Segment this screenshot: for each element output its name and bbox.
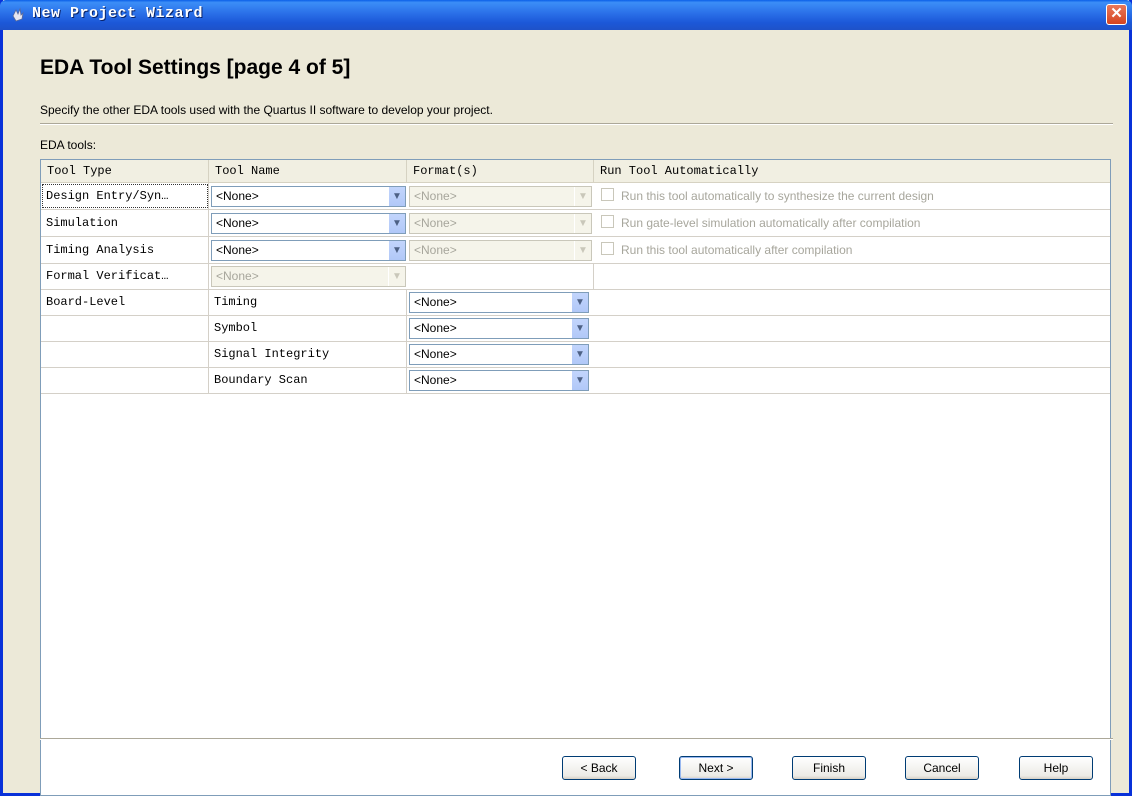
wizard-hand-icon [12, 7, 24, 22]
tool-name-cell: Signal Integrity [209, 341, 407, 367]
chevron-down-icon[interactable]: ▼ [388, 187, 405, 206]
window-title: New Project Wizard [32, 5, 204, 22]
tool-name-dropdown[interactable]: <None> ▼ [211, 186, 406, 207]
run-automatically-label: Run this tool automatically after compil… [621, 243, 853, 257]
run-automatically-checkbox [601, 188, 614, 201]
tool-type-cell: Board-Level [41, 289, 209, 315]
chevron-down-icon[interactable]: ▼ [388, 241, 405, 260]
tool-name-cell: Boundary Scan [209, 367, 407, 393]
eda-tools-label: EDA tools: [40, 138, 97, 152]
tool-type-cell [41, 341, 209, 367]
table-row[interactable]: Signal Integrity <None> ▼ [41, 341, 1110, 368]
dropdown-value: <None> [216, 189, 259, 203]
title-bar[interactable]: New Project Wizard ✕ [0, 0, 1132, 30]
run-automatically-label: Run this tool automatically to synthesiz… [621, 189, 934, 203]
format-dropdown[interactable]: <None> ▼ [409, 370, 589, 391]
close-button[interactable]: ✕ [1106, 4, 1127, 25]
tool-type-cell: Design Entry/Syn… [41, 183, 209, 209]
chevron-down-icon: ▼ [574, 241, 591, 260]
tool-type-cell [41, 315, 209, 341]
help-button[interactable]: Help [1019, 756, 1093, 780]
tool-name-dropdown: <None> ▼ [211, 266, 406, 287]
chevron-down-icon[interactable]: ▼ [571, 371, 588, 390]
run-automatically-label: Run gate-level simulation automatically … [621, 216, 921, 230]
column-header-formats[interactable]: Format(s) [407, 160, 594, 182]
chevron-down-icon[interactable]: ▼ [388, 214, 405, 233]
dropdown-value: <None> [414, 243, 457, 257]
page-title: EDA Tool Settings [page 4 of 5] [40, 56, 351, 79]
next-button[interactable]: Next > [679, 756, 753, 780]
chevron-down-icon: ▼ [388, 267, 405, 286]
dropdown-value: <None> [414, 321, 457, 335]
format-cell [407, 263, 594, 289]
header-divider [40, 123, 1113, 125]
dropdown-value: <None> [216, 216, 259, 230]
run-automatically-checkbox [601, 215, 614, 228]
back-button[interactable]: < Back [562, 756, 636, 780]
cancel-button[interactable]: Cancel [905, 756, 979, 780]
table-row[interactable]: Symbol <None> ▼ [41, 315, 1110, 342]
tool-name-dropdown[interactable]: <None> ▼ [211, 213, 406, 234]
dropdown-value: <None> [414, 373, 457, 387]
column-header-run-tool[interactable]: Run Tool Automatically [594, 160, 1110, 182]
column-header-tool-name[interactable]: Tool Name [209, 160, 407, 182]
table-row[interactable]: Design Entry/Syn… <None> ▼ <None> ▼ Run … [41, 183, 1110, 210]
format-dropdown[interactable]: <None> ▼ [409, 318, 589, 339]
table-row[interactable]: Simulation <None> ▼ <None> ▼ Run gate-le… [41, 210, 1110, 237]
dropdown-value: <None> [414, 216, 457, 230]
tool-name-cell: Symbol [209, 315, 407, 341]
chevron-down-icon[interactable]: ▼ [571, 319, 588, 338]
format-dropdown[interactable]: <None> ▼ [409, 344, 589, 365]
dropdown-value: <None> [414, 189, 457, 203]
dropdown-value: <None> [216, 243, 259, 257]
format-dropdown: <None> ▼ [409, 186, 592, 207]
footer-divider [40, 738, 1113, 740]
table-row[interactable]: Boundary Scan <None> ▼ [41, 367, 1110, 394]
table-row[interactable]: Formal Verificat… <None> ▼ [41, 263, 1110, 290]
wizard-window: New Project Wizard ✕ EDA Tool Settings [… [0, 0, 1132, 796]
tool-type-cell: Timing Analysis [41, 237, 209, 263]
tool-name-dropdown[interactable]: <None> ▼ [211, 240, 406, 261]
close-icon: ✕ [1110, 5, 1123, 22]
tool-type-cell [41, 367, 209, 393]
table-row[interactable]: Board-Level Timing <None> ▼ [41, 289, 1110, 316]
tool-type-cell: Formal Verificat… [41, 263, 209, 289]
dropdown-value: <None> [414, 347, 457, 361]
table-header: Tool Type Tool Name Format(s) Run Tool A… [41, 160, 1110, 183]
run-automatically-checkbox [601, 242, 614, 255]
tool-name-cell: Timing [209, 289, 407, 315]
column-header-tool-type[interactable]: Tool Type [41, 160, 209, 182]
eda-tools-table[interactable]: Tool Type Tool Name Format(s) Run Tool A… [40, 159, 1111, 796]
finish-button[interactable]: Finish [792, 756, 866, 780]
dropdown-value: <None> [414, 295, 457, 309]
format-dropdown: <None> ▼ [409, 213, 592, 234]
page-description: Specify the other EDA tools used with th… [40, 103, 493, 117]
format-dropdown: <None> ▼ [409, 240, 592, 261]
dropdown-value: <None> [216, 269, 259, 283]
chevron-down-icon: ▼ [574, 214, 591, 233]
format-dropdown[interactable]: <None> ▼ [409, 292, 589, 313]
chevron-down-icon[interactable]: ▼ [571, 293, 588, 312]
tool-type-cell: Simulation [41, 210, 209, 236]
table-row[interactable]: Timing Analysis <None> ▼ <None> ▼ Run th… [41, 237, 1110, 264]
chevron-down-icon: ▼ [574, 187, 591, 206]
chevron-down-icon[interactable]: ▼ [571, 345, 588, 364]
